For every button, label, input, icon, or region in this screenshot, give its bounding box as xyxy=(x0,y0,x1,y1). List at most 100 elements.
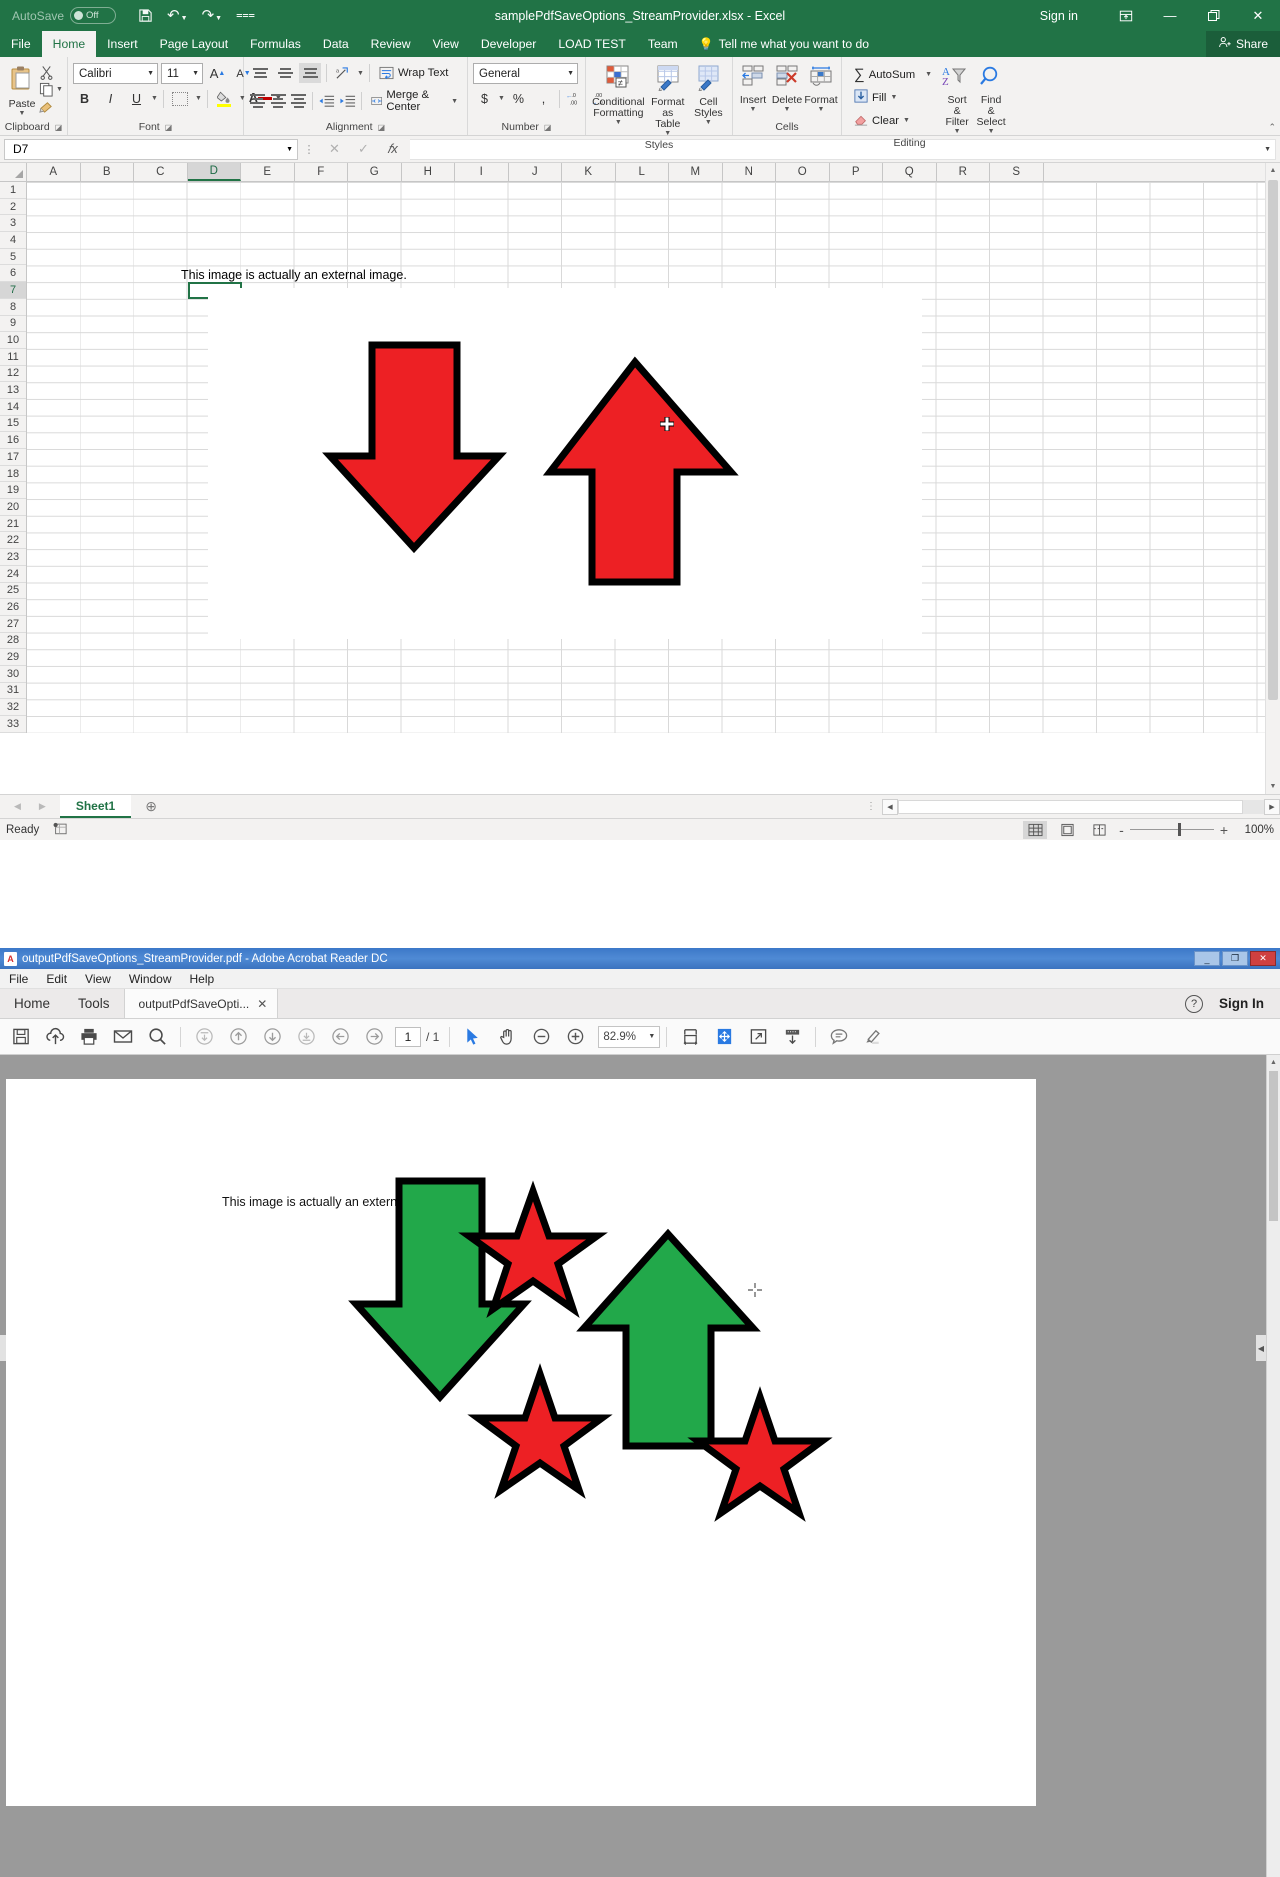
last-page-icon[interactable] xyxy=(289,1022,323,1052)
hscroll-left-icon[interactable]: ◀ xyxy=(882,798,898,815)
zoom-out-button[interactable]: - xyxy=(1119,822,1124,838)
tab-team[interactable]: Team xyxy=(637,31,689,57)
tab-formulas[interactable]: Formulas xyxy=(239,31,312,57)
tell-me-box[interactable]: 💡 Tell me what you want to do xyxy=(689,31,879,57)
save-icon[interactable] xyxy=(4,1022,38,1052)
align-left-button[interactable] xyxy=(249,91,266,111)
minimize-icon[interactable]: _ xyxy=(1194,951,1220,966)
sort-filter-button[interactable]: AZ Sort & Filter ▼ xyxy=(940,63,974,137)
row-header-13[interactable]: 13 xyxy=(0,382,26,399)
prev-sheet-icon[interactable]: ◀ xyxy=(14,801,21,812)
help-icon[interactable]: ? xyxy=(1185,994,1203,1013)
hscroll-right-icon[interactable]: ▶ xyxy=(1264,798,1280,815)
scroll-up-icon[interactable]: ▲ xyxy=(1266,163,1280,178)
column-header-H[interactable]: H xyxy=(402,163,455,181)
select-all-button[interactable] xyxy=(0,163,27,181)
vertical-scrollbar[interactable]: ▲ ▼ xyxy=(1265,163,1280,794)
autosave-control[interactable]: AutoSave Off xyxy=(12,7,117,24)
fit-page-icon[interactable] xyxy=(707,1022,741,1052)
align-top-button[interactable] xyxy=(249,63,271,83)
tab-home[interactable]: Home xyxy=(41,31,97,57)
autosave-toggle[interactable]: Off xyxy=(70,7,117,24)
acrobat-viewport[interactable]: This image is actually an external image… xyxy=(0,1055,1280,1877)
clipboard-dialog-launcher[interactable]: ◪ xyxy=(55,123,63,132)
customize-qat-icon[interactable]: ⩶ xyxy=(236,10,255,21)
align-center-button[interactable] xyxy=(269,91,286,111)
normal-view-button[interactable] xyxy=(1023,820,1048,839)
find-select-caret-icon[interactable]: ▼ xyxy=(988,128,995,135)
cell-styles-button[interactable]: Cell Styles ▼ xyxy=(690,63,727,128)
orientation-caret-icon[interactable]: ▼ xyxy=(357,70,364,77)
increase-decimal-button[interactable]: ← .0.00 xyxy=(564,88,587,109)
increase-font-size-button[interactable]: A ▲ xyxy=(206,63,229,84)
zoom-in-button[interactable]: + xyxy=(1220,822,1228,838)
insert-cells-button[interactable]: Insert ▼ xyxy=(736,63,770,115)
row-header-10[interactable]: 10 xyxy=(0,332,26,349)
pdf-page[interactable]: This image is actually an external image… xyxy=(6,1079,1036,1806)
find-select-button[interactable]: Find & Select ▼ xyxy=(974,63,1008,137)
row-header-32[interactable]: 32 xyxy=(0,699,26,716)
tab-review[interactable]: Review xyxy=(360,31,422,57)
column-header-D[interactable]: D xyxy=(187,163,241,181)
orientation-button[interactable]: a xyxy=(332,63,354,83)
column-header-C[interactable]: C xyxy=(134,163,188,181)
format-as-table-button[interactable]: Format as Table ▼ xyxy=(646,63,690,139)
grid-cells[interactable]: This image is actually an external image… xyxy=(27,182,1280,733)
column-header-E[interactable]: E xyxy=(241,163,295,181)
next-sheet-icon[interactable]: ▶ xyxy=(39,801,46,812)
zoom-track[interactable] xyxy=(1129,823,1214,836)
menu-window[interactable]: Window xyxy=(120,972,181,986)
minimize-icon[interactable]: — xyxy=(1148,0,1192,31)
row-header-3[interactable]: 3 xyxy=(0,215,26,233)
delete-cells-button[interactable]: Delete ▼ xyxy=(770,63,804,115)
conditional-formatting-button[interactable]: ≠ Conditional Formatting ▼ xyxy=(591,63,646,128)
autosum-button[interactable]: ∑ AutoSum ▼ xyxy=(850,64,936,85)
tab-page-layout[interactable]: Page Layout xyxy=(149,31,239,57)
copy-button[interactable]: ▼ xyxy=(39,82,63,97)
row-header-6[interactable]: 6 xyxy=(0,265,26,283)
font-dialog-launcher[interactable]: ◪ xyxy=(165,123,173,132)
menu-file[interactable]: File xyxy=(0,972,37,986)
tab-data[interactable]: Data xyxy=(312,31,360,57)
enter-icon[interactable]: ✓ xyxy=(349,139,378,160)
menu-view[interactable]: View xyxy=(76,972,120,986)
conditional-formatting-caret-icon[interactable]: ▼ xyxy=(615,119,622,126)
redo-icon[interactable]: ↷ ▼ xyxy=(202,8,223,23)
row-header-27[interactable]: 27 xyxy=(0,616,26,633)
first-page-icon[interactable] xyxy=(187,1022,221,1052)
merge-center-caret-icon[interactable]: ▼ xyxy=(451,98,458,105)
tab-file[interactable]: File xyxy=(0,31,42,57)
row-header-2[interactable]: 2 xyxy=(0,199,26,216)
column-header-L[interactable]: L xyxy=(616,163,669,181)
name-box[interactable]: D7 ▼ xyxy=(4,138,298,160)
row-header-7[interactable]: 7 xyxy=(0,282,26,299)
cell-styles-caret-icon[interactable]: ▼ xyxy=(705,119,712,126)
ribbon-display-options-icon[interactable] xyxy=(1104,0,1148,31)
row-header-20[interactable]: 20 xyxy=(0,499,26,516)
select-tool-icon[interactable] xyxy=(456,1022,490,1052)
row-header-19[interactable]: 19 xyxy=(0,482,26,500)
expand-formula-bar-icon[interactable]: ▼ xyxy=(1264,146,1275,153)
tab-developer[interactable]: Developer xyxy=(470,31,548,57)
hscroll-track[interactable] xyxy=(898,799,1264,814)
zoom-level-combo[interactable]: 82.9% ▼ xyxy=(598,1025,661,1048)
new-sheet-icon[interactable]: ⊕ xyxy=(131,795,171,818)
row-header-26[interactable]: 26 xyxy=(0,599,26,616)
font-size-combo[interactable]: 11 ▼ xyxy=(161,63,203,84)
menu-help[interactable]: Help xyxy=(181,972,224,986)
print-icon[interactable] xyxy=(72,1022,106,1052)
fit-width-icon[interactable] xyxy=(673,1022,707,1052)
column-header-P[interactable]: P xyxy=(830,163,883,181)
row-header-29[interactable]: 29 xyxy=(0,649,26,666)
row-header-5[interactable]: 5 xyxy=(0,249,26,266)
merge-center-button[interactable]: Merge & Center ▼ xyxy=(367,87,462,115)
number-format-combo[interactable]: General ▼ xyxy=(473,63,578,84)
row-header-28[interactable]: 28 xyxy=(0,633,26,650)
row-header-1[interactable]: 1 xyxy=(0,182,26,199)
tab-load-test[interactable]: LOAD TEST xyxy=(547,31,637,57)
row-header-31[interactable]: 31 xyxy=(0,683,26,700)
column-header-F[interactable]: F xyxy=(295,163,348,181)
next-page-icon[interactable] xyxy=(255,1022,289,1052)
row-header-4[interactable]: 4 xyxy=(0,232,26,249)
scroll-down-icon[interactable]: ▼ xyxy=(1266,779,1280,794)
